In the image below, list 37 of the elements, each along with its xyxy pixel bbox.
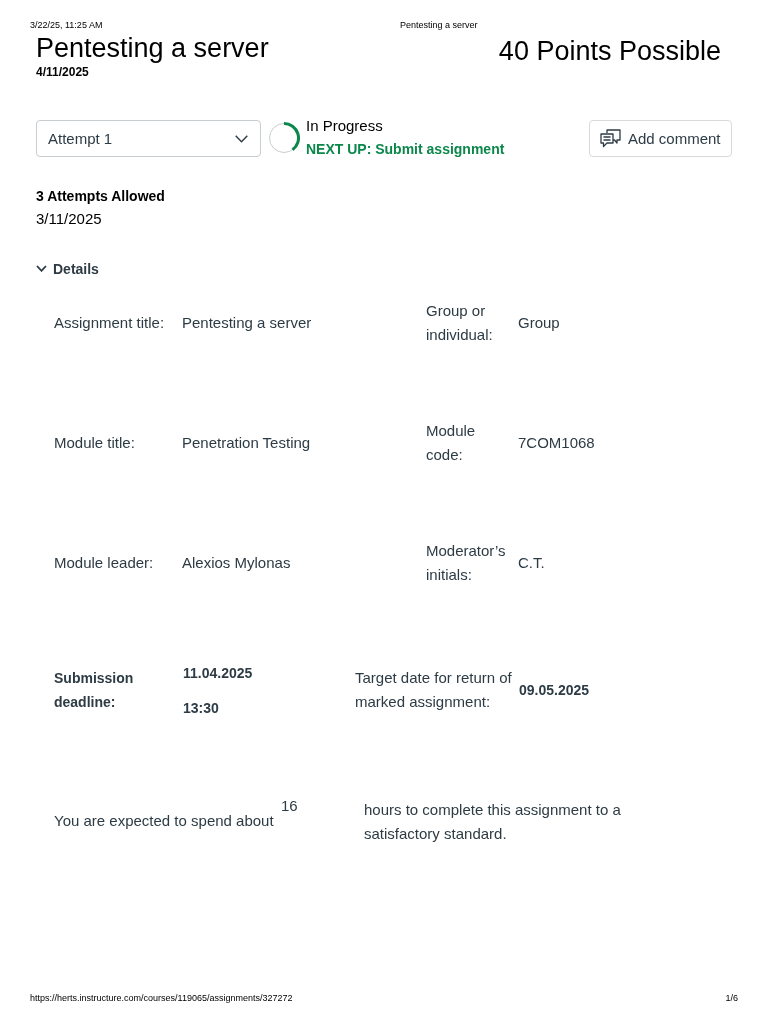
hours-text: You are expected to spend about	[54, 810, 275, 831]
field-value: 09.05.2025	[519, 681, 591, 699]
field-value: C.T.	[518, 552, 546, 573]
field-value: 13:30	[183, 698, 220, 717]
add-comment-button[interactable]: Add comment	[589, 120, 732, 157]
field-label: Assignment title:	[54, 312, 166, 333]
chevron-icon	[235, 134, 248, 143]
field-value: Alexios Mylonas	[182, 552, 292, 573]
attempts-allowed: 3 Attempts Allowed	[36, 187, 165, 205]
field-value: 11.04.2025	[183, 663, 254, 682]
attempt-date: 3/11/2025	[36, 210, 102, 228]
comment-icon	[600, 129, 621, 148]
field-value: Pentesting a server	[182, 312, 313, 333]
field-value: Penetration Testing	[182, 432, 312, 453]
chevron-icon	[36, 265, 47, 272]
attempt-select[interactable]: Attempt 1	[36, 120, 261, 157]
due-date: 4/11/2025	[36, 65, 90, 79]
field-label: Target date for return of marked assignment:	[355, 668, 513, 712]
page-url: https://herts.instructure.com/courses/119065/assignments/327272	[30, 993, 293, 1004]
next-step-label: NEXT UP: Submit assignment	[306, 140, 505, 158]
field-label: Moderator’s initials:	[426, 540, 507, 585]
page-number: 1/6	[725, 993, 738, 1004]
field-value: 7COM1068	[518, 432, 596, 453]
field-label: Module title:	[54, 432, 136, 453]
hours-text: hours to complete this assignment to a satisfactory standard.	[364, 799, 622, 844]
field-label: Module code:	[426, 420, 477, 465]
field-value: Group	[518, 312, 561, 333]
assignment-title: Pentesting a server	[36, 33, 269, 63]
hours-value: 16	[281, 796, 299, 815]
field-label: Group or individual:	[426, 300, 494, 345]
points-possible: 40 Points Possible	[498, 36, 721, 66]
details-toggle[interactable]: Details	[36, 259, 99, 278]
field-label: Submission deadline:	[54, 669, 135, 712]
print-page-title: Pentesting a server	[400, 20, 479, 31]
field-label: Module leader:	[54, 552, 155, 573]
print-date: 3/22/25, 11:25 AM	[30, 20, 104, 31]
status-label: In Progress	[306, 117, 384, 135]
